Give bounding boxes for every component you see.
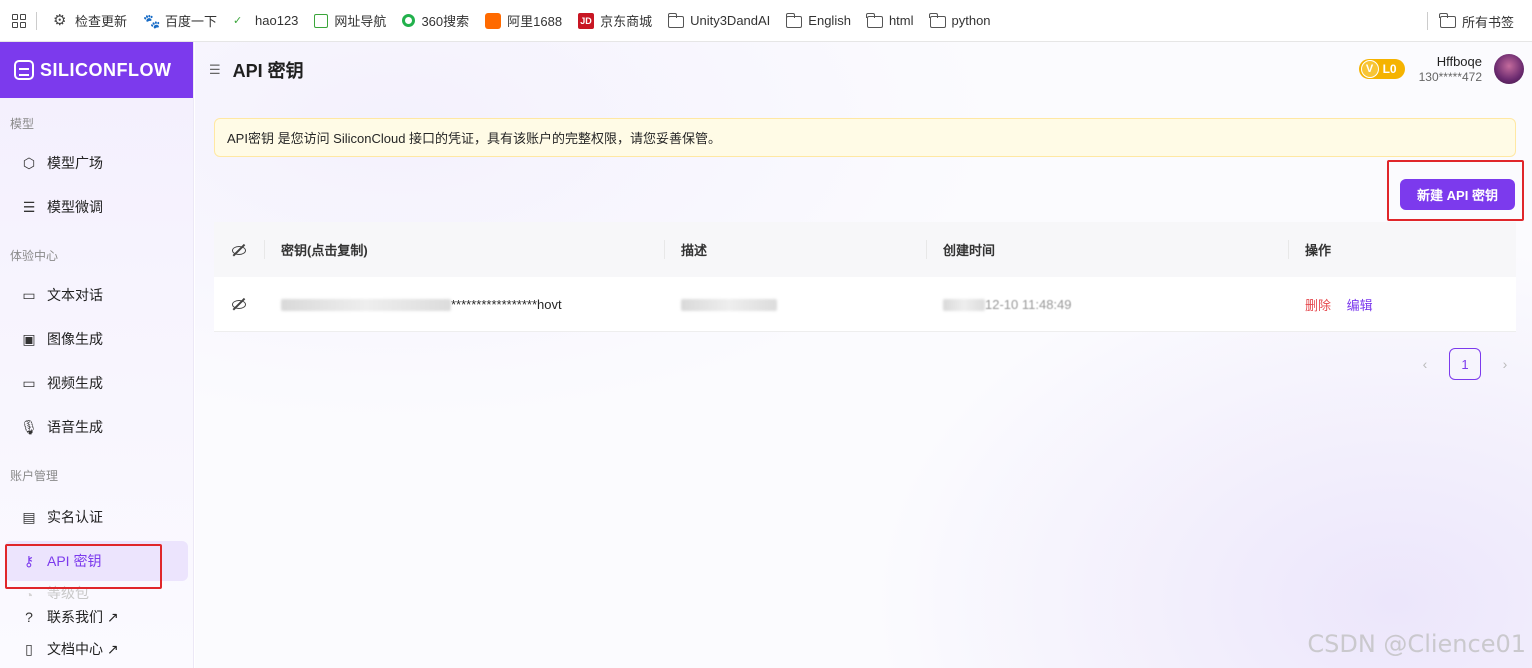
username: Hffboqe xyxy=(1436,54,1482,69)
video-camera-icon: ▭ xyxy=(22,374,36,391)
microphone-icon: 🎙 xyxy=(20,418,38,435)
apps-grid-icon xyxy=(12,13,26,28)
image-icon: ▣ xyxy=(22,330,36,347)
sidebar-item-video-gen[interactable]: ▭ 视频生成 xyxy=(5,363,188,403)
watermark: CSDN @Clience01 xyxy=(1307,630,1526,658)
folder-icon xyxy=(866,12,883,28)
sidebar-item-voice-gen[interactable]: 🎙 语音生成 xyxy=(5,407,188,447)
column-header-description: 描述 xyxy=(664,240,926,259)
redacted-text xyxy=(681,299,777,312)
document-icon: ▯ xyxy=(25,640,33,657)
baidu-paw-icon: 🐾 xyxy=(143,12,161,29)
page-title: API 密钥 xyxy=(232,61,304,81)
bookmarks-divider xyxy=(1426,12,1428,30)
actions-cell: 删除 编辑 xyxy=(1288,295,1516,314)
apps-grid-button[interactable] xyxy=(0,0,36,42)
user-info[interactable]: Hffboqe 130*****472 xyxy=(1419,54,1482,84)
sidebar-item-model-square[interactable]: ⬡ 模型广场 xyxy=(5,143,188,183)
bookmark-folder-html[interactable]: html xyxy=(859,0,922,42)
prev-page-button[interactable]: ‹ xyxy=(1409,356,1441,372)
bookmarks-divider xyxy=(36,11,37,30)
bookmark-baidu[interactable]: 🐾 百度一下 xyxy=(135,0,225,42)
folder-icon xyxy=(929,12,946,28)
column-header-actions: 操作 xyxy=(1288,240,1516,259)
delete-button[interactable]: 删除 xyxy=(1305,298,1331,313)
eye-off-icon xyxy=(232,297,246,311)
cube-icon: ⬡ xyxy=(22,154,36,171)
api-key-cell[interactable]: *****************hovt xyxy=(264,297,664,312)
sidebar-item-image-gen[interactable]: ▣ 图像生成 xyxy=(5,319,188,359)
bookmark-check-update[interactable]: ⚙ 检查更新 xyxy=(45,0,135,42)
toggle-visibility-row[interactable] xyxy=(214,297,264,311)
user-phone: 130*****472 xyxy=(1418,70,1482,84)
id-card-icon: ▤ xyxy=(22,508,36,525)
column-header-created: 创建时间 xyxy=(926,240,1288,259)
sidebar-item-level-pack[interactable]: ◔ 等级包 xyxy=(5,583,188,603)
api-keys-table: 密钥(点击复制) 描述 创建时间 操作 *****************hov… xyxy=(214,222,1516,332)
folder-icon xyxy=(1439,13,1456,28)
2345-icon xyxy=(314,13,329,28)
redacted-text xyxy=(281,299,451,312)
created-time-cell: 12-10 11:48:49 xyxy=(926,297,1288,312)
vip-icon: V xyxy=(1360,60,1379,78)
chat-bubble-icon: ▭ xyxy=(22,286,36,303)
toggle-visibility-all[interactable] xyxy=(214,243,264,257)
sidebar-item-api-keys[interactable]: ⚷ API 密钥 xyxy=(5,541,188,581)
table-row: *****************hovt 12-10 11:48:49 删除 … xyxy=(214,277,1516,332)
avatar[interactable] xyxy=(1494,54,1524,84)
eye-off-icon xyxy=(232,243,246,257)
gear-icon: ⚙ xyxy=(53,11,67,29)
table-header: 密钥(点击复制) 描述 创建时间 操作 xyxy=(214,222,1516,277)
next-page-button[interactable]: › xyxy=(1489,356,1521,372)
sidebar-item-docs[interactable]: ▯ 文档中心 ↗ xyxy=(5,631,188,667)
level-badge[interactable]: V L0 xyxy=(1358,59,1405,79)
sidebar: SILICONFLOW 模型 ⬡ 模型广场 ☰ 模型微调 体验中心 ▭ 文本对话 ▣ 图… xyxy=(0,42,194,668)
menu-collapse-icon[interactable]: ☰ xyxy=(209,62,221,78)
redacted-text xyxy=(943,299,985,312)
brand-logo[interactable]: SILICONFLOW xyxy=(0,42,193,98)
description-cell xyxy=(664,297,926,312)
bookmark-jd[interactable]: JD 京东商城 xyxy=(570,0,660,42)
key-icon: ⚷ xyxy=(23,552,35,569)
folder-icon xyxy=(667,12,685,28)
hao123-icon: ✓ xyxy=(233,14,243,27)
sidebar-section-title: 模型 xyxy=(10,117,35,131)
column-header-key: 密钥(点击复制) xyxy=(264,240,664,259)
api-key-masked: *****************hovt xyxy=(451,296,562,312)
new-api-key-button[interactable]: 新建 API 密钥 xyxy=(1400,179,1515,210)
bookmarks-bar: ⚙ 检查更新 🐾 百度一下 ✓ hao123 网址导航 360搜索 阿里1688 JD… xyxy=(0,0,1532,42)
question-circle-icon: ? xyxy=(25,609,33,625)
all-bookmarks-button[interactable]: 所有书签 xyxy=(1419,0,1522,42)
sidebar-section-title: 账户管理 xyxy=(10,469,59,483)
bookmark-1688[interactable]: 阿里1688 xyxy=(477,0,570,42)
folder-icon xyxy=(785,12,803,28)
bookmark-folder-unity[interactable]: Unity3DandAI xyxy=(660,0,778,42)
jd-icon: JD xyxy=(578,12,595,29)
main-content: ☰ API 密钥 V L0 Hffboqe 130*****472 API密钥 是… xyxy=(195,42,1532,668)
bookmark-360-search[interactable]: 360搜索 xyxy=(394,0,477,42)
package-icon: ◔ xyxy=(24,587,34,603)
sidebar-item-model-finetune[interactable]: ☰ 模型微调 xyxy=(5,187,188,227)
bookmark-folder-english[interactable]: English xyxy=(778,0,859,42)
sliders-icon: ☰ xyxy=(22,198,36,215)
sidebar-item-real-name[interactable]: ▤ 实名认证 xyxy=(5,497,188,537)
sidebar-item-contact-us[interactable]: ? 联系我们 ↗ xyxy=(5,603,188,631)
user-area[interactable]: V L0 Hffboqe 130*****472 xyxy=(1358,54,1524,84)
bookmark-2345[interactable]: 网址导航 xyxy=(306,0,394,42)
sidebar-item-text-chat[interactable]: ▭ 文本对话 xyxy=(5,275,188,315)
edit-button[interactable]: 编辑 xyxy=(1347,298,1373,313)
sidebar-section-title: 体验中心 xyxy=(10,249,59,263)
pagination: ‹ 1 › xyxy=(1409,348,1521,380)
1688-icon xyxy=(485,12,502,29)
bookmark-folder-python[interactable]: python xyxy=(922,0,999,42)
api-key-notice: API密钥 是您访问 SiliconCloud 接口的凭证，具有该账户的完整权限… xyxy=(214,118,1516,157)
top-bar: ☰ API 密钥 xyxy=(195,42,1532,98)
bookmark-hao123[interactable]: ✓ hao123 xyxy=(225,0,306,42)
page-number[interactable]: 1 xyxy=(1449,348,1481,380)
siliconflow-logo-icon xyxy=(14,60,34,80)
360-search-icon xyxy=(402,14,416,27)
